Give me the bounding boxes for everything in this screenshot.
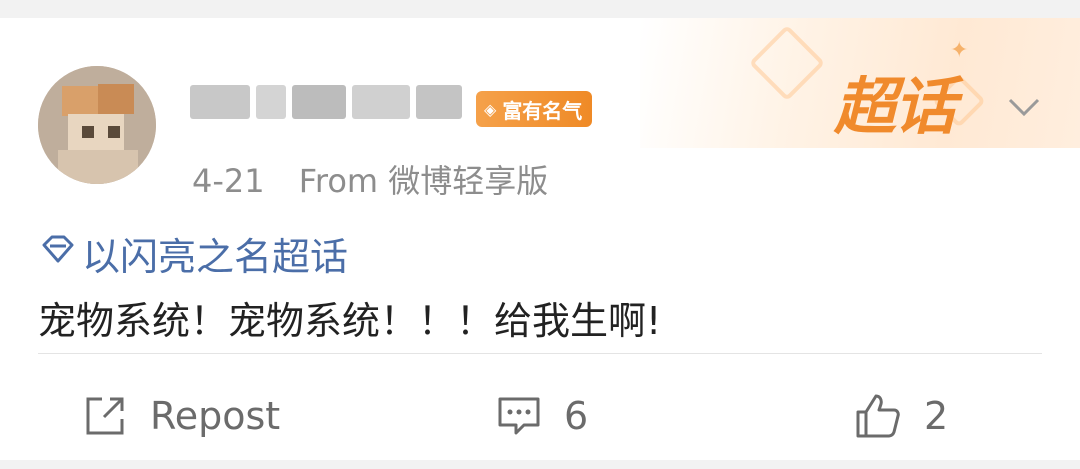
comment-button[interactable]: 6 (496, 386, 588, 446)
supertopic-label[interactable]: 超话 (834, 56, 956, 146)
topic-link[interactable]: 以闪亮之名超话 (38, 226, 348, 281)
divider (38, 353, 1042, 354)
repost-icon (82, 393, 128, 439)
like-button[interactable]: 2 (854, 386, 948, 446)
post-card: ✦ ◈ 富有名气 4-21 From 微博轻享版 超话 以闪亮之名超话 宠物系统… (0, 18, 1080, 460)
repost-label: Repost (150, 394, 281, 438)
avatar[interactable] (38, 66, 156, 184)
post-date: 4-21 (192, 162, 265, 200)
comment-count: 6 (564, 394, 589, 438)
chevron-down-icon[interactable] (1006, 88, 1042, 124)
repost-button[interactable]: Repost (82, 386, 280, 446)
post-source: From 微博轻享版 (298, 162, 549, 200)
diamond-icon (38, 229, 78, 278)
badge-icon: ◈ (484, 99, 497, 119)
comment-icon (496, 393, 542, 439)
username-obscured[interactable] (190, 80, 470, 124)
badge-label: 富有名气 (502, 98, 583, 123)
thumbs-up-icon (854, 392, 902, 440)
reputation-badge[interactable]: ◈ 富有名气 (476, 91, 593, 127)
action-bar: Repost 6 2 (0, 386, 1080, 446)
post-text: 宠物系统！宠物系统！！！给我生啊! (38, 299, 662, 343)
post-meta: 4-21 From 微博轻享版 (192, 156, 548, 202)
topic-label: 以闪亮之名超话 (82, 235, 349, 279)
diamond-decoration (748, 24, 826, 102)
like-count: 2 (924, 394, 949, 438)
